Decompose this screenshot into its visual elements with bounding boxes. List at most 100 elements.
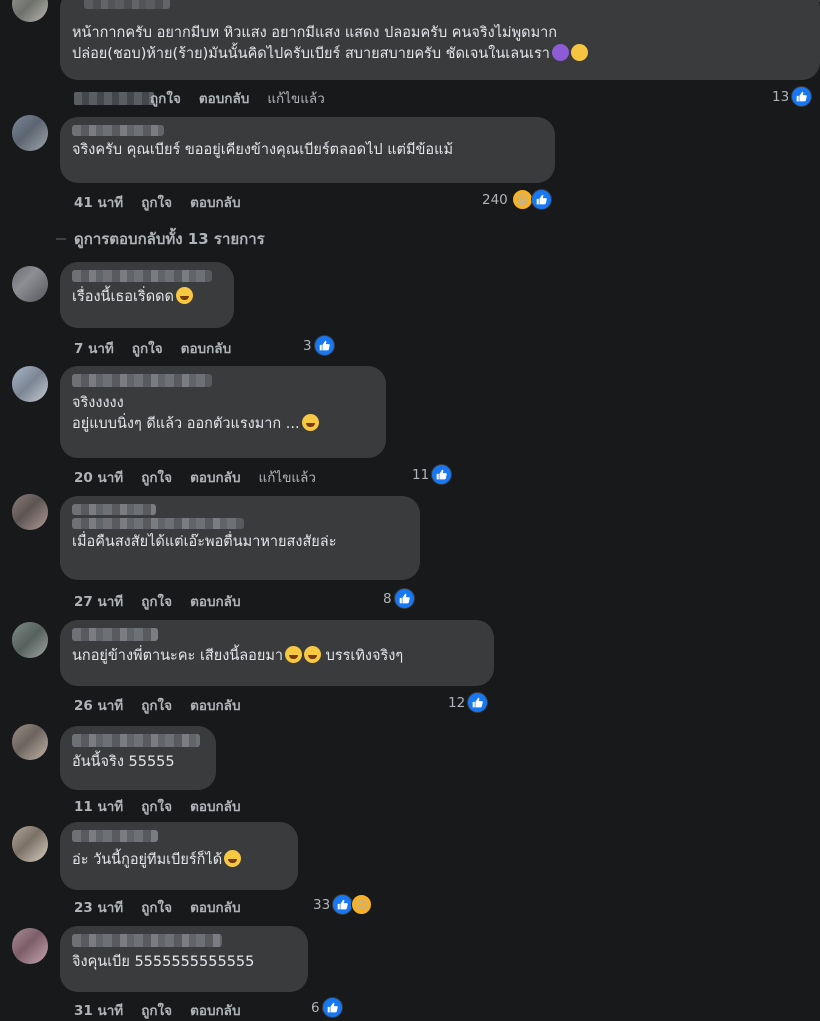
comment-bubble: อันนี้จริง 55555 (60, 726, 216, 790)
laugh-emoji-icon (304, 646, 322, 663)
laugh-emoji-icon (301, 414, 319, 431)
avatar[interactable] (12, 266, 48, 302)
reply-link[interactable]: ตอบกลับ (181, 337, 231, 359)
comment-text: อันนี้จริง 55555 (72, 754, 175, 770)
comment-actions: 27 นาที ถูกใจ ตอบกลับ (74, 590, 241, 612)
reply-link[interactable]: ตอบกลับ (199, 87, 249, 109)
reaction-count[interactable]: 33 😝 (313, 894, 373, 915)
avatar[interactable] (12, 826, 48, 862)
commenter-name-line (72, 518, 244, 529)
comment-bubble: หน้ากากครับ อยากมีบท หิวแสง อยากมีแสง แส… (60, 0, 820, 80)
commenter-name[interactable] (84, 0, 170, 9)
comment-time[interactable]: 11 นาที (74, 795, 123, 817)
comment-time[interactable]: 7 นาที (74, 337, 114, 359)
laugh-icon: 😆 (511, 189, 533, 210)
comment-time[interactable]: 31 นาที (74, 999, 123, 1021)
commenter-name[interactable] (72, 830, 158, 842)
comment-text: อ่ะ วันนี้กูอยู่ทีมเบียร์ก็ได้ (72, 850, 286, 871)
commenter-name[interactable] (72, 628, 158, 641)
commenter-name[interactable] (72, 125, 164, 136)
reply-link[interactable]: ตอบกลับ (190, 590, 240, 612)
like-icon (467, 692, 489, 713)
reply-link[interactable]: ตอบกลับ (190, 795, 240, 817)
worried-emoji-icon (570, 44, 588, 61)
commenter-name[interactable] (72, 504, 156, 515)
comment-bubble: เรื่องนี้เธอเริ่ดดด (60, 262, 234, 328)
reply-link[interactable]: ตอบกลับ (190, 191, 240, 213)
comment-bubble: จริงครับ คุณเบียร์ ขออยู่เคียงข้างคุณเบี… (60, 117, 555, 183)
like-icon (530, 189, 552, 210)
reaction-number: 12 (448, 694, 466, 711)
comment-bubble: จริงงงงง อยู่แบบนิ่งๆ ดีแล้ว ออกตัวแรงมา… (60, 366, 386, 458)
reaction-number: 11 (412, 466, 430, 483)
commenter-name[interactable] (72, 934, 222, 947)
like-icon (791, 86, 813, 107)
comment-time[interactable]: 41 นาที (74, 191, 123, 213)
laugh-emoji-icon (224, 850, 242, 867)
view-all-replies-link[interactable]: ดูการตอบกลับทั้ง 13 รายการ (56, 227, 265, 251)
like-icon (431, 464, 453, 485)
like-link[interactable]: ถูกใจ (150, 87, 181, 109)
view-replies-label: ดูการตอบกลับทั้ง 13 รายการ (74, 230, 265, 248)
reaction-count[interactable]: 11 (412, 464, 453, 485)
laugh-icon: 😝 (351, 894, 373, 915)
like-link[interactable]: ถูกใจ (141, 466, 172, 488)
comment-actions: ถูกใจ ตอบกลับ แก้ไขแล้ว (74, 87, 325, 109)
comment-text: จริงงงงง อยู่แบบนิ่งๆ ดีแล้ว ออกตัวแรงมา… (72, 393, 374, 435)
reply-link[interactable]: ตอบกลับ (190, 896, 240, 918)
avatar[interactable] (12, 494, 48, 530)
reaction-count[interactable]: 3 (303, 335, 335, 356)
like-link[interactable]: ถูกใจ (141, 191, 172, 213)
like-link[interactable]: ถูกใจ (141, 694, 172, 716)
reply-link[interactable]: ตอบกลับ (190, 694, 240, 716)
comment-bubble: อ่ะ วันนี้กูอยู่ทีมเบียร์ก็ได้ (60, 822, 298, 890)
comment-time-blurred[interactable] (74, 91, 154, 105)
commenter-name[interactable] (72, 270, 212, 282)
laugh-emoji-icon (175, 287, 193, 304)
reaction-count[interactable]: 240 😆 (482, 189, 552, 210)
reaction-count[interactable]: 8 (383, 588, 415, 609)
reaction-count[interactable]: 6 (311, 997, 343, 1018)
avatar[interactable] (12, 622, 48, 658)
like-link[interactable]: ถูกใจ (132, 337, 163, 359)
reply-link[interactable]: ตอบกลับ (190, 466, 240, 488)
reaction-number: 33 (313, 896, 331, 913)
reply-link[interactable]: ตอบกลับ (190, 999, 240, 1021)
comment-text: จริงครับ คุณเบียร์ ขออยู่เคียงข้างคุณเบี… (72, 142, 454, 158)
reaction-number: 8 (383, 590, 392, 607)
comment-actions: 23 นาที ถูกใจ ตอบกลับ (74, 896, 241, 918)
edited-label: แก้ไขแล้ว (267, 91, 325, 107)
comment-time[interactable]: 26 นาที (74, 694, 123, 716)
like-link[interactable]: ถูกใจ (141, 896, 172, 918)
commenter-name[interactable] (72, 374, 212, 387)
reaction-number: 3 (303, 337, 312, 354)
purple-emoji-icon (551, 44, 569, 61)
reaction-count[interactable]: 13 (772, 86, 813, 107)
like-link[interactable]: ถูกใจ (141, 795, 172, 817)
reply-connector (56, 238, 66, 240)
comment-actions: 26 นาที ถูกใจ ตอบกลับ (74, 694, 241, 716)
comment-time[interactable]: 23 นาที (74, 896, 123, 918)
avatar[interactable] (12, 115, 48, 151)
reaction-number: 240 (482, 191, 508, 208)
like-link[interactable]: ถูกใจ (141, 590, 172, 612)
reaction-number: 6 (311, 999, 320, 1016)
comment-text: จิงคุนเบีย 5555555555555 (72, 954, 255, 970)
commenter-name[interactable] (72, 734, 200, 747)
comment-text: เมื่อคืนสงสัยได้แต่เอ๊ะพอตื่นมาหายสงสัยล… (72, 534, 337, 550)
comment-time[interactable]: 20 นาที (74, 466, 123, 488)
avatar[interactable] (12, 366, 48, 402)
comment-actions: 11 นาที ถูกใจ ตอบกลับ (74, 795, 241, 817)
avatar[interactable] (12, 0, 48, 22)
like-icon (332, 894, 354, 915)
comment-time[interactable]: 27 นาที (74, 590, 123, 612)
avatar[interactable] (12, 724, 48, 760)
reaction-count[interactable]: 12 (448, 692, 489, 713)
comment-text: เรื่องนี้เธอเริ่ดดด (72, 287, 222, 308)
like-icon (313, 335, 335, 356)
avatar[interactable] (12, 928, 48, 964)
like-icon (393, 588, 415, 609)
comment-bubble: จิงคุนเบีย 5555555555555 (60, 926, 308, 992)
like-link[interactable]: ถูกใจ (141, 999, 172, 1021)
comment-actions: 20 นาที ถูกใจ ตอบกลับ แก้ไขแล้ว (74, 466, 316, 488)
